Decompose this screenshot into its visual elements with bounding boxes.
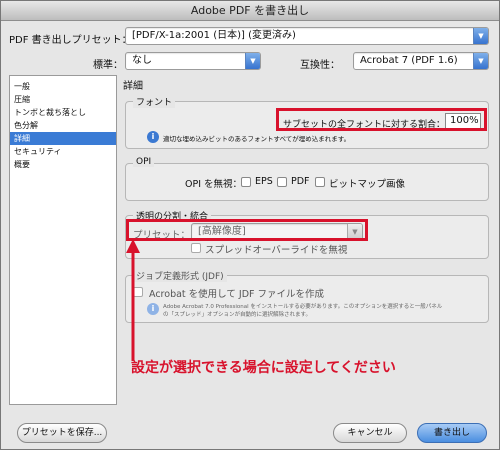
info-icon: i	[147, 303, 159, 315]
spread-override-checkbox[interactable]	[191, 243, 201, 253]
preset-select[interactable]: [PDF/X-1a:2001 (日本)] (変更済み) ▼	[125, 27, 489, 45]
flatten-preset-highlight	[126, 219, 368, 241]
export-button[interactable]: 書き出し	[417, 423, 487, 443]
standard-select-value: なし	[132, 55, 152, 66]
sidebar-item-advanced[interactable]: 詳細	[10, 132, 116, 145]
sidebar-item-output[interactable]: 色分解	[10, 119, 116, 132]
compat-select[interactable]: Acrobat 7 (PDF 1.6) ▼	[353, 52, 489, 70]
bitmap-label: ビットマップ画像	[329, 179, 406, 190]
opi-ignore-label: OPI を無視：	[185, 179, 243, 190]
sidebar-item-marks-bleeds[interactable]: トンボと裁ち落とし	[10, 106, 116, 119]
chevron-down-icon: ▼	[473, 28, 488, 44]
pdf-checkbox[interactable]	[277, 177, 287, 187]
window-title: Adobe PDF を書き出し	[1, 1, 499, 21]
eps-checkbox[interactable]	[241, 177, 251, 187]
subset-highlight	[276, 108, 487, 131]
eps-label: EPS	[255, 176, 273, 187]
export-dialog: Adobe PDF を書き出し PDF 書き出しプリセット： [PDF/X-1a…	[0, 0, 500, 450]
pdf-label: PDF	[291, 176, 310, 187]
standard-select[interactable]: なし ▼	[125, 52, 261, 70]
spread-override-label: スプレッドオーバーライドを無視	[205, 245, 348, 256]
sidebar-item-security[interactable]: セキュリティ	[10, 145, 116, 158]
chevron-down-icon: ▼	[473, 53, 488, 69]
font-note: 適切な埋め込みビットのあるフォントすべてが埋め込まれます。	[163, 135, 351, 143]
preset-label: PDF 書き出しプリセット：	[9, 35, 132, 46]
chevron-down-icon: ▼	[245, 53, 260, 69]
font-group-title: フォント	[133, 95, 176, 108]
info-icon: i	[147, 131, 159, 143]
annotation-text: 設定が選択できる場合に設定してください	[131, 360, 396, 376]
sidebar-item-general[interactable]: 一般	[10, 80, 116, 93]
compat-select-value: Acrobat 7 (PDF 1.6)	[360, 55, 458, 66]
sidebar-item-summary[interactable]: 概要	[10, 158, 116, 171]
annotation-arrow	[126, 239, 140, 361]
cancel-button[interactable]: キャンセル	[333, 423, 407, 443]
jdf-create-label: Acrobat を使用して JDF ファイルを作成	[149, 289, 324, 300]
bitmap-checkbox[interactable]	[315, 177, 325, 187]
sidebar-item-compression[interactable]: 圧縮	[10, 93, 116, 106]
jdf-note-line1: Adobe Acrobat 7.0 Professional をインストールする…	[163, 304, 443, 310]
standard-label: 標準：	[93, 60, 123, 71]
category-list: 一般 圧縮 トンボと裁ち落とし 色分解 詳細 セキュリティ 概要	[9, 75, 117, 405]
jdf-note-line2: の「スプレッド」オプションが自動的に選択解除されます。	[163, 312, 311, 318]
save-preset-button[interactable]: プリセットを保存...	[17, 423, 107, 443]
compat-label: 互換性：	[300, 60, 340, 71]
preset-select-value: [PDF/X-1a:2001 (日本)] (変更済み)	[132, 30, 296, 41]
section-title: 詳細	[123, 81, 143, 92]
jdf-group-title: ジョブ定義形式 (JDF)	[133, 269, 227, 282]
opi-group-title: OPI	[133, 157, 155, 167]
